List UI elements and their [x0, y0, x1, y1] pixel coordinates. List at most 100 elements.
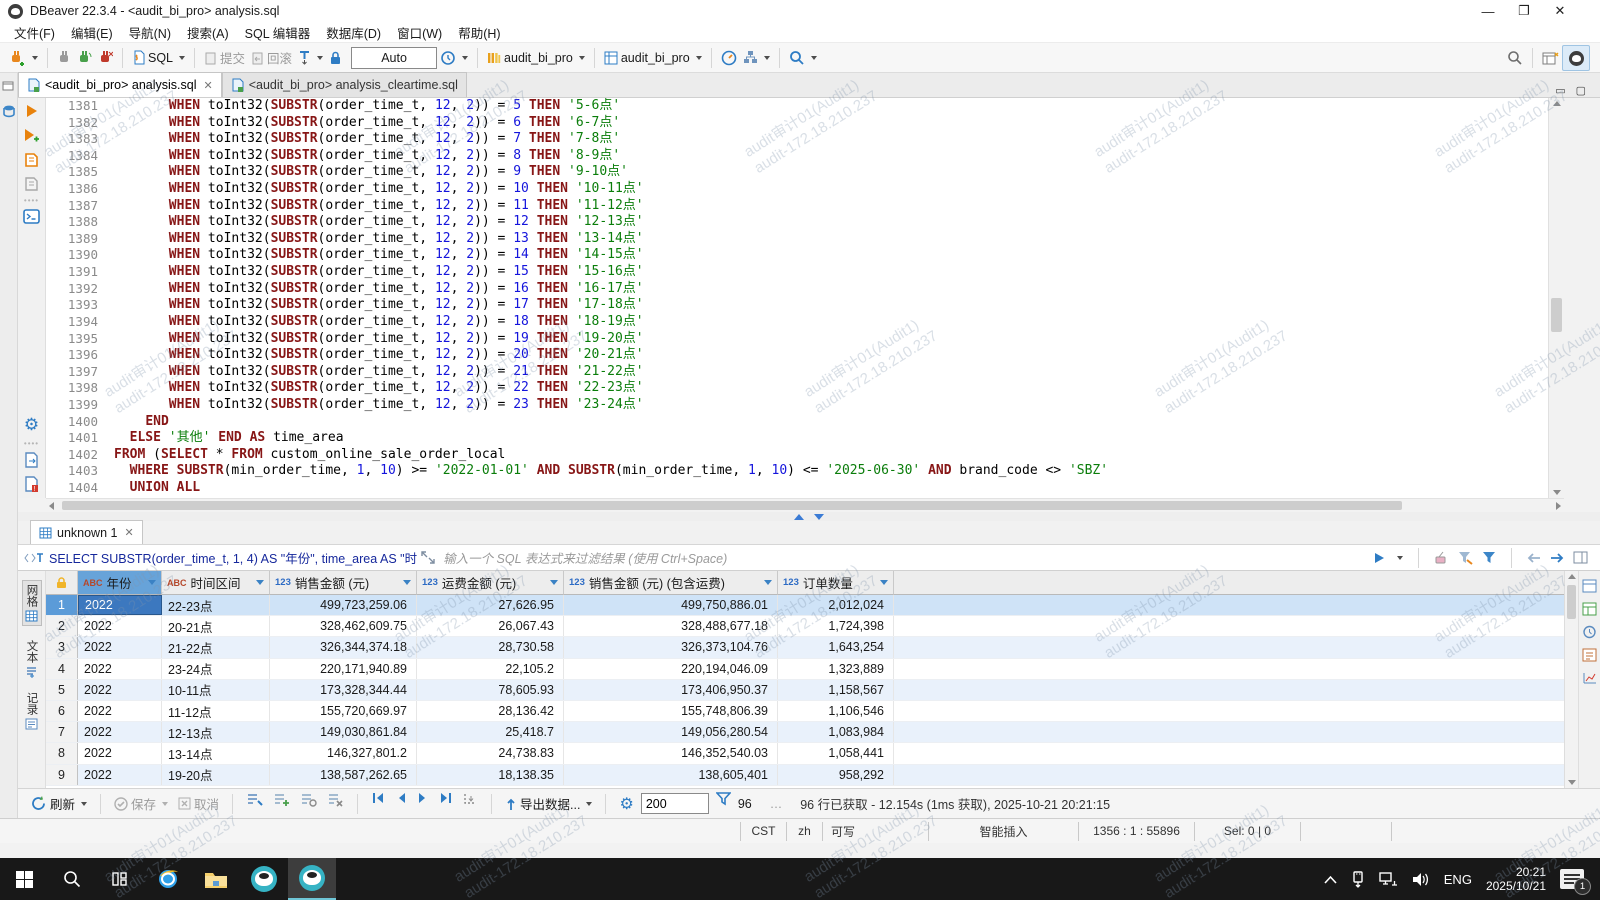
execute-new-tab-button[interactable]	[24, 128, 40, 142]
grid-cell[interactable]: 11-12点	[162, 701, 270, 721]
grid-cell[interactable]: 1,323,889	[778, 659, 894, 679]
code-line[interactable]: 1390 WHEN toInt32(SUBSTR(order_time_t, 1…	[46, 247, 1548, 264]
task-view-button[interactable]	[96, 858, 144, 900]
grid-cell[interactable]: 220,194,046.09	[564, 659, 778, 679]
column-header-3[interactable]: 123运费金额 (元)	[417, 571, 564, 595]
data-grid[interactable]: ABC年份ABC时间区间123销售金额 (元)123运费金额 (元)123销售金…	[46, 571, 1564, 788]
grid-cell[interactable]: 1,106,546	[778, 701, 894, 721]
grid-cell[interactable]: 2,012,024	[778, 595, 894, 615]
autocommit-lock-button[interactable]	[326, 46, 345, 70]
network-status-icon[interactable]	[1379, 872, 1398, 887]
filter-settings-icon[interactable]	[1482, 551, 1496, 565]
table-row[interactable]: 6202211-12点155,720,669.9728,136.42155,74…	[46, 701, 1564, 722]
database-selector[interactable]: audit_bi_pro	[484, 46, 588, 70]
close-button[interactable]: ✕	[1542, 0, 1578, 22]
menu-item-2[interactable]: 导航(N)	[121, 21, 179, 44]
panel-value-icon[interactable]	[1582, 579, 1597, 593]
code-line[interactable]: 1397 WHEN toInt32(SUBSTR(order_time_t, 1…	[46, 364, 1548, 381]
grid-cell[interactable]: 149,030,861.84	[270, 722, 417, 742]
usb-icon[interactable]	[1351, 871, 1365, 888]
menu-item-4[interactable]: SQL 编辑器	[237, 21, 319, 44]
code-line[interactable]: 1401 ELSE '其他' END AS time_area	[46, 430, 1548, 447]
caret-position[interactable]: 1356 : 1 : 55896	[1078, 822, 1194, 841]
close-icon[interactable]: ✕	[124, 526, 133, 539]
cancel-button[interactable]: 取消	[175, 792, 222, 816]
grid-cell[interactable]: 23-24点	[162, 659, 270, 679]
execute-statement-button[interactable]	[25, 104, 39, 118]
delete-row-icon[interactable]	[324, 792, 347, 816]
tray-chevron-icon[interactable]	[1324, 875, 1337, 884]
code-line[interactable]: 1398 WHEN toInt32(SUBSTR(order_time_t, 1…	[46, 380, 1548, 397]
minimize-button[interactable]: —	[1470, 0, 1506, 22]
grid-cell[interactable]: 21-22点	[162, 637, 270, 657]
panel-calc-icon[interactable]	[1582, 648, 1597, 662]
quick-search-button[interactable]	[1504, 46, 1526, 70]
menu-item-5[interactable]: 数据库(D)	[318, 21, 389, 44]
grid-cell[interactable]: 22,105.2	[417, 659, 564, 679]
column-header-5[interactable]: 123订单数量	[778, 571, 894, 595]
code-line[interactable]: 1382 WHEN toInt32(SUBSTR(order_time_t, 1…	[46, 115, 1548, 132]
grid-cell[interactable]: 18,138.35	[417, 765, 564, 785]
grid-cell[interactable]: 326,344,374.18	[270, 637, 417, 657]
grid-cell[interactable]: 2022	[78, 765, 162, 785]
overflow-menu[interactable]: …	[770, 797, 783, 811]
explain-plan-button[interactable]	[24, 176, 39, 192]
data-search-button[interactable]	[786, 46, 820, 70]
grid-cell[interactable]: 1,643,254	[778, 637, 894, 657]
menu-item-7[interactable]: 帮助(H)	[450, 21, 508, 44]
sql-console-button[interactable]	[23, 209, 40, 224]
grid-cell[interactable]: 2022	[78, 637, 162, 657]
menu-item-0[interactable]: 文件(F)	[6, 21, 63, 44]
dashboard-button[interactable]	[718, 46, 740, 70]
fetch-next-page-icon[interactable]	[435, 792, 456, 816]
fetch-settings-button[interactable]: ⚙	[616, 792, 636, 816]
sort-dropdown-icon[interactable]	[148, 580, 156, 585]
duplicate-row-icon[interactable]	[297, 792, 320, 816]
history-forward-icon[interactable]	[1550, 552, 1564, 564]
scroll-thumb[interactable]	[1567, 585, 1576, 619]
table-row[interactable]: 3202221-22点326,344,374.1828,730.58326,37…	[46, 637, 1564, 658]
execute-script-button[interactable]	[24, 152, 39, 168]
tx-mode-combo[interactable]: Auto	[351, 47, 437, 69]
editor-tab-1[interactable]: <audit_bi_pro> analysis_cleartime.sql	[222, 72, 467, 97]
reconnect-button[interactable]	[74, 46, 95, 70]
grid-cell[interactable]: 138,587,262.65	[270, 765, 417, 785]
taskbar-search-button[interactable]	[48, 858, 96, 900]
grid-cell[interactable]: 24,738.83	[417, 743, 564, 763]
grid-cell[interactable]: 173,406,950.37	[564, 680, 778, 700]
code-line[interactable]: 1388 WHEN toInt32(SUBSTR(order_time_t, 1…	[46, 214, 1548, 231]
table-row[interactable]: 9202219-20点138,587,262.6518,138.35138,60…	[46, 765, 1564, 786]
code-line[interactable]: 1396 WHEN toInt32(SUBSTR(order_time_t, 1…	[46, 347, 1548, 364]
minimize-view-icon[interactable]: ▭	[1555, 84, 1565, 97]
grid-cell[interactable]: 326,373,104.76	[564, 637, 778, 657]
grid-cell[interactable]: 2022	[78, 680, 162, 700]
menu-item-1[interactable]: 编辑(E)	[63, 21, 121, 44]
grid-cell[interactable]: 138,605,401	[564, 765, 778, 785]
presentation-tab-网格[interactable]: 网格	[22, 580, 42, 626]
taskbar-ie-button[interactable]	[144, 858, 192, 900]
grid-cell[interactable]: 27,626.95	[417, 595, 564, 615]
taskbar-dbeaver-button[interactable]	[240, 858, 288, 900]
table-row[interactable]: 4202223-24点220,171,940.8922,105.2220,194…	[46, 659, 1564, 680]
history-back-icon[interactable]	[1527, 552, 1541, 564]
grid-cell[interactable]: 2022	[78, 743, 162, 763]
code-line[interactable]: 1392 WHEN toInt32(SUBSTR(order_time_t, 1…	[46, 281, 1548, 298]
table-row[interactable]: 8202213-14点146,327,801.224,738.83146,352…	[46, 743, 1564, 764]
scroll-thumb[interactable]	[62, 501, 1402, 510]
grid-cell[interactable]: 2022	[78, 616, 162, 636]
code-line[interactable]: 1386 WHEN toInt32(SUBSTR(order_time_t, 1…	[46, 181, 1548, 198]
grid-cell[interactable]: 25,418.7	[417, 722, 564, 742]
code-line[interactable]: 1385 WHEN toInt32(SUBSTR(order_time_t, 1…	[46, 164, 1548, 181]
scroll-up-arrow[interactable]	[1568, 574, 1576, 579]
grid-cell[interactable]: 22-23点	[162, 595, 270, 615]
grid-cell[interactable]: 20-21点	[162, 616, 270, 636]
grid-cell[interactable]: 155,748,806.39	[564, 701, 778, 721]
grid-cell[interactable]: 78,605.93	[417, 680, 564, 700]
maximize-editor-icon[interactable]	[794, 514, 804, 520]
code-line[interactable]: 1393 WHEN toInt32(SUBSTR(order_time_t, 1…	[46, 297, 1548, 314]
column-header-2[interactable]: 123销售金额 (元)	[270, 571, 417, 595]
panel-chart-icon[interactable]	[1582, 671, 1597, 685]
row-number[interactable]: 5	[46, 680, 78, 700]
sort-dropdown-icon[interactable]	[550, 580, 558, 585]
grid-cell[interactable]: 10-11点	[162, 680, 270, 700]
